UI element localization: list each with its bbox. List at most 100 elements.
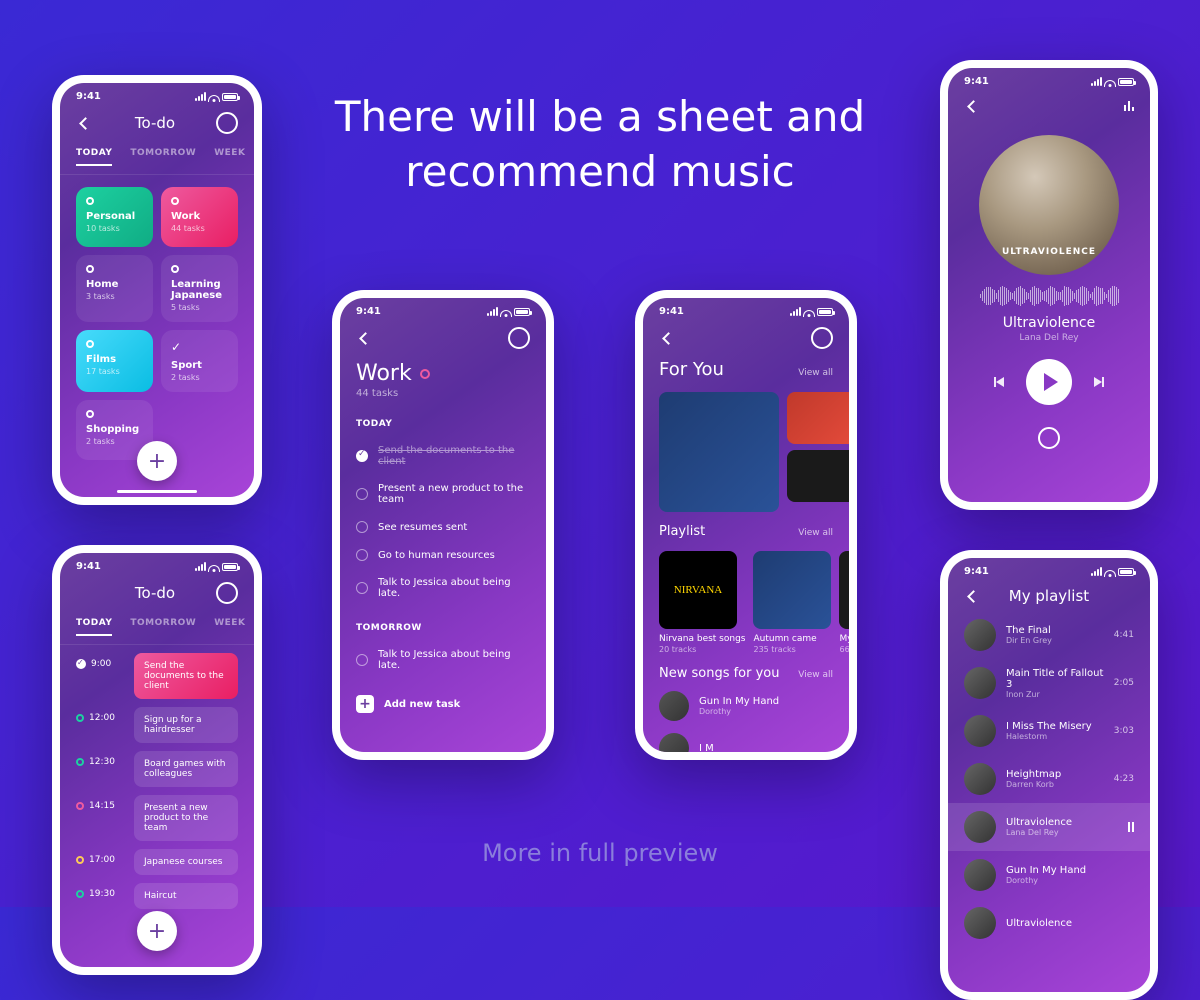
task-card[interactable]: Present a new product to the team [134,795,238,841]
footer-text: More in full preview [482,839,718,867]
track-name: Ultraviolence [1006,817,1118,828]
task-item[interactable]: See resumes sent [356,513,530,541]
task-item[interactable]: Go to human resources [356,541,530,569]
task-card[interactable]: Board games with colleagues [134,751,238,787]
playlist-item[interactable]: Gun In My HandDorothy [948,851,1150,899]
profile-button[interactable] [216,582,238,604]
track-thumb [964,715,996,747]
track-artist: Inon Zur [1006,690,1104,699]
checkbox-icon[interactable] [356,450,368,462]
task-item[interactable]: Talk to Jessica about being late. [356,641,530,679]
waveform[interactable] [948,285,1150,307]
back-button[interactable] [964,97,982,115]
category-dot-icon [86,340,94,348]
category-name: Personal [86,211,143,222]
task-text: Present a new product to the team [378,483,530,505]
tab-week[interactable]: WEEK [214,148,245,166]
category-name: Home [86,279,143,290]
time-label: 19:30 [89,889,115,899]
headline: There will be a sheet and recommend musi… [300,90,900,199]
tab-tomorrow[interactable]: TOMORROW [130,618,196,636]
profile-button[interactable] [508,327,530,349]
task-card[interactable]: Sign up for a hairdresser [134,707,238,743]
previous-button[interactable] [994,377,1004,387]
category-card[interactable]: Personal10 tasks [76,187,153,247]
phone-work-tasks: 9:41 Work44 tasks TODAY Send the documen… [332,290,554,760]
signal-icon [790,307,801,316]
task-text: Talk to Jessica about being late. [378,649,530,671]
task-card[interactable]: Send the documents to the client [134,653,238,699]
add-button[interactable]: + [137,911,177,951]
back-button[interactable] [659,329,677,347]
back-button[interactable] [76,114,94,132]
playlist-item[interactable]: HeightmapDarren Korb4:23 [948,755,1150,803]
checkbox-icon[interactable] [356,549,368,561]
equalizer-icon[interactable] [1124,101,1134,111]
pause-icon[interactable] [1128,822,1134,832]
task-item[interactable]: Talk to Jessica about being late. [356,569,530,607]
profile-button[interactable] [811,327,833,349]
playlist-card[interactable]: NIRVANANirvana best songs20 tracks [659,551,745,654]
checkbox-icon[interactable] [356,582,368,594]
view-all-link[interactable]: View all [798,368,833,378]
track-duration: 4:23 [1114,774,1134,784]
category-card[interactable]: Home3 tasks [76,255,153,322]
timeline-row[interactable]: 12:00Sign up for a hairdresser [76,707,238,743]
category-card[interactable]: Work44 tasks [161,187,238,247]
playlist-item[interactable]: I Miss The MiseryHalestorm3:03 [948,707,1150,755]
signal-icon [195,92,206,101]
task-card[interactable]: Japanese courses [134,849,238,875]
category-count: 2 tasks [86,437,143,446]
track-duration: 2:05 [1114,678,1134,688]
task-item[interactable]: Send the documents to the client [356,437,530,475]
album-art[interactable]: ULTRAVIOLENCE [979,135,1119,275]
track-artist: Halestorm [1006,732,1104,741]
playlist-card[interactable]: Mys66 t [839,551,849,654]
tab-week[interactable]: WEEK [214,618,245,636]
checkbox-icon[interactable] [356,521,368,533]
tab-today[interactable]: TODAY [76,148,112,166]
back-button[interactable] [964,587,982,605]
battery-icon [817,308,833,316]
track-name: The Final [1006,625,1104,636]
timeline-row[interactable]: 9:00 Send the documents to the client [76,653,238,699]
track-thumb [964,859,996,891]
album-card[interactable] [659,392,779,512]
album-card[interactable] [787,392,849,512]
category-card[interactable]: Films17 tasks [76,330,153,392]
view-all-link[interactable]: View all [798,670,833,680]
next-button[interactable] [1094,377,1104,387]
home-indicator[interactable] [117,490,197,493]
checkbox-icon[interactable] [356,488,368,500]
timeline-row[interactable]: 19:30 Haircut [76,883,238,909]
record-button[interactable] [1038,427,1060,449]
page-title: To-do [135,584,175,602]
back-button[interactable] [356,329,374,347]
category-dot-icon [171,197,179,205]
add-task-button[interactable]: +Add new task [340,679,546,729]
category-card[interactable]: ✓Sport2 tasks [161,330,238,392]
tab-tomorrow[interactable]: TOMORROW [130,148,196,166]
playlist-item[interactable]: The FinalDir En Grey4:41 [948,611,1150,659]
profile-button[interactable] [216,112,238,134]
playlist-card[interactable]: Autumn came235 tracks [753,551,831,654]
status-dot-icon [76,802,84,810]
phone-todo-categories: 9:41 To-do TODAY TOMORROW WEEK Personal1… [52,75,262,505]
task-card[interactable]: Haircut [134,883,238,909]
timeline-row[interactable]: 14:15Present a new product to the team [76,795,238,841]
song-row[interactable]: I M [643,727,849,752]
playlist-item[interactable]: Main Title of Fallout 3Inon Zur2:05 [948,659,1150,707]
task-item[interactable]: Present a new product to the team [356,475,530,513]
playlist-item[interactable]: Ultraviolence [948,899,1150,947]
add-button[interactable]: + [137,441,177,481]
song-row[interactable]: Gun In My HandDorothy [643,685,849,727]
playlist-item[interactable]: UltraviolenceLana Del Rey [948,803,1150,851]
timeline-row[interactable]: 17:00Japanese courses [76,849,238,875]
view-all-link[interactable]: View all [798,528,833,538]
play-button[interactable] [1026,359,1072,405]
category-card[interactable]: Learning Japanese5 tasks [161,255,238,322]
timeline-row[interactable]: 12:30Board games with colleagues [76,751,238,787]
tab-today[interactable]: TODAY [76,618,112,636]
time-label: 9:00 [91,659,111,669]
checkbox-icon[interactable] [356,654,368,666]
